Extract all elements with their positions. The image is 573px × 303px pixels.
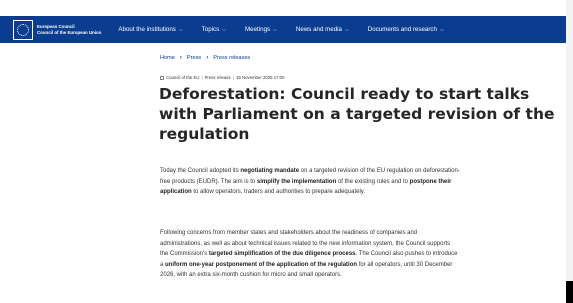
chevron-down-icon: ⌵ [345, 26, 349, 33]
emphasis-text: uniform one-year postponement of the app… [165, 261, 358, 268]
breadcrumb-press[interactable]: Press [187, 55, 201, 61]
breadcrumb-home[interactable]: Home [160, 55, 175, 61]
chevron-down-icon: ⌵ [439, 26, 444, 33]
nav-label: Documents and research [367, 26, 437, 33]
body-text: to allow operators, traders and authorit… [191, 189, 365, 195]
main-nav: About the institutions ⌵ Topics ⌵ Meetin… [118, 26, 462, 33]
chevron-down-icon: ⌵ [222, 26, 226, 33]
nav-label: Meetings [245, 26, 271, 33]
meta-datetime: 19 November 2025 17:00 [235, 75, 285, 80]
nav-label: News and media [295, 26, 342, 33]
window-corner [566, 281, 573, 303]
page-title: Deforestation: Council ready to start ta… [159, 85, 555, 143]
body-text: Today the Council adopted its [160, 168, 241, 174]
nav-label: Topics [201, 26, 220, 33]
body-text: of the existing rules and to [336, 178, 410, 185]
top-margin [0, 0, 566, 16]
page: European Council Council of the European… [0, 0, 566, 303]
window-edge [566, 0, 573, 303]
meta-marker-icon [160, 75, 164, 80]
nav-meetings[interactable]: Meetings ⌵ [245, 26, 277, 33]
nav-documents-and-research[interactable]: Documents and research ⌵ [368, 26, 444, 33]
meta-divider: | [232, 75, 234, 80]
article-paragraph-1: Today the Council adopted its negotiatin… [160, 166, 460, 198]
emphasis-text: negotiating mandate [240, 168, 300, 174]
logo-line-2: Council of the European Union [37, 29, 102, 35]
nav-about-the-institutions[interactable]: About the institutions ⌵ [118, 26, 182, 33]
eu-council-logo-icon [13, 19, 33, 40]
article-meta: Council of the EU | Press release | 19 N… [160, 75, 284, 80]
chevron-down-icon: ⌵ [178, 26, 183, 33]
breadcrumb-press-releases[interactable]: Press releases [213, 55, 250, 61]
nav-label: About the institutions [118, 26, 176, 33]
nav-news-and-media[interactable]: News and media ⌵ [296, 26, 349, 33]
article-paragraph-2: Following concerns from member states an… [160, 228, 460, 281]
breadcrumb: Home › Press › Press releases [160, 55, 250, 61]
chevron-down-icon: ⌵ [273, 26, 277, 33]
emphasis-text: simplify the implementation [256, 178, 337, 185]
chevron-right-icon: › [206, 55, 209, 61]
chevron-right-icon: › [179, 55, 182, 61]
nav-topics[interactable]: Topics ⌵ [202, 26, 226, 33]
meta-divider: | [201, 75, 203, 80]
emphasis-text: targeted simplification of the due dilig… [208, 251, 356, 257]
logo-text: European Council Council of the European… [37, 24, 101, 36]
meta-source: Council of the EU [166, 75, 200, 80]
site-logo[interactable]: European Council Council of the European… [13, 19, 101, 40]
site-header: European Council Council of the European… [0, 16, 566, 43]
meta-type: Press release [204, 75, 231, 80]
